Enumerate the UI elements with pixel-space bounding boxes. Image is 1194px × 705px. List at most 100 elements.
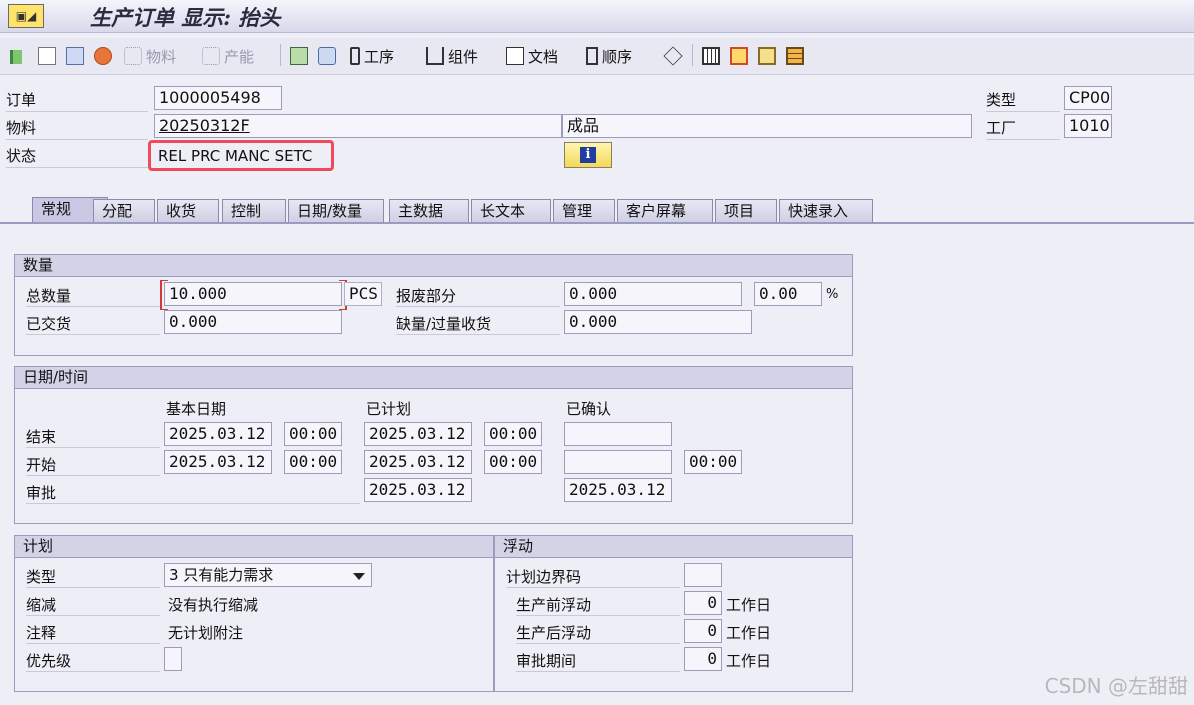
sequence-icon	[586, 47, 598, 65]
scrap-percent-field[interactable]: 0.00	[754, 282, 822, 306]
component-icon	[426, 47, 444, 65]
chevron-down-icon	[353, 573, 365, 580]
reduction-label: 缩减	[26, 596, 57, 614]
end-label: 结束	[26, 428, 57, 446]
tab-quick-entry[interactable]: 快速录入	[779, 199, 873, 222]
window-title: 生产订单 显示: 抬头	[90, 5, 281, 30]
type-field[interactable]: CP00	[1064, 86, 1112, 110]
float-group-title: 浮动	[495, 536, 852, 558]
end-sched-date-field[interactable]: 2025.03.12	[364, 422, 472, 446]
grid-icon[interactable]	[786, 45, 808, 67]
capacity-icon	[202, 47, 220, 65]
tab-long-text[interactable]: 长文本	[471, 199, 551, 222]
calculator-icon[interactable]	[66, 45, 88, 67]
under-over-field[interactable]: 0.000	[564, 310, 752, 334]
scrap-field[interactable]: 0.000	[564, 282, 742, 306]
start-confirmed-date-field[interactable]	[564, 450, 672, 474]
release-sched-date-field[interactable]: 2025.03.12	[364, 478, 472, 502]
order-label: 订单	[6, 91, 37, 109]
delivered-label: 已交货	[26, 315, 72, 333]
start-confirmed-time-field[interactable]: 00:00	[684, 450, 742, 474]
status-highlight	[148, 140, 334, 171]
end-basic-time-field[interactable]: 00:00	[284, 422, 342, 446]
info-icon: i	[580, 147, 596, 163]
total-qty-label: 总数量	[26, 287, 72, 305]
end-sched-time-field[interactable]: 00:00	[484, 422, 542, 446]
basic-date-header: 基本日期	[166, 400, 227, 418]
cube-icon[interactable]	[663, 45, 686, 67]
network-icon[interactable]	[730, 45, 752, 67]
plant-field[interactable]: 1010	[1064, 114, 1112, 138]
plant-label: 工厂	[986, 119, 1017, 137]
start-sched-time-field[interactable]: 00:00	[484, 450, 542, 474]
tab-goods-receipt[interactable]: 收货	[157, 199, 219, 222]
float-before-field[interactable]: 0	[684, 591, 722, 615]
toolbar-component-button[interactable]: 组件	[426, 45, 478, 67]
material-description: 成品	[562, 114, 972, 138]
document-icon	[506, 47, 524, 65]
tab-dates-qty[interactable]: 日期/数量	[288, 199, 384, 222]
release-period-field[interactable]: 0	[684, 647, 722, 671]
toolbar-material-button[interactable]: 物料	[124, 45, 176, 67]
scrap-label: 报废部分	[396, 287, 457, 305]
release-period-label: 审批期间	[516, 652, 577, 670]
tab-administration[interactable]: 管理	[553, 199, 615, 222]
toolbar-capacity-button[interactable]: 产能	[202, 45, 254, 67]
hierarchy-icon[interactable]	[290, 45, 312, 67]
delivered-field[interactable]: 0.000	[164, 310, 342, 334]
under-over-label: 缺量/过量收货	[396, 315, 492, 333]
status-info-button[interactable]: i	[564, 142, 612, 168]
status-label: 状态	[6, 147, 37, 165]
release-confirmed-date-field[interactable]: 2025.03.12	[564, 478, 672, 502]
planning-type-dropdown[interactable]: 3 只有能力需求	[164, 563, 372, 587]
sched-margin-label: 计划边界码	[506, 568, 582, 586]
order-field[interactable]: 1000005498	[154, 86, 282, 110]
graphic-icon[interactable]	[758, 45, 780, 67]
application-toolbar: 物料 产能 工序 组件 文档 顺序	[0, 38, 1194, 75]
tab-assignment[interactable]: 分配	[93, 199, 155, 222]
print-icon[interactable]	[318, 45, 340, 67]
cost-icon[interactable]	[94, 45, 116, 67]
float-after-unit: 工作日	[726, 624, 772, 642]
quantity-group-title: 数量	[15, 255, 852, 277]
edit-doc-icon[interactable]	[38, 45, 60, 67]
tab-project[interactable]: 项目	[715, 199, 777, 222]
start-basic-date-field[interactable]: 2025.03.12	[164, 450, 272, 474]
type-label: 类型	[986, 91, 1017, 109]
start-sched-date-field[interactable]: 2025.03.12	[364, 450, 472, 474]
tab-master-data[interactable]: 主数据	[389, 199, 469, 222]
tab-customer-screen[interactable]: 客户屏幕	[617, 199, 713, 222]
material-field[interactable]: 20250312F	[154, 114, 562, 138]
float-after-field[interactable]: 0	[684, 619, 722, 643]
percent-sign: %	[826, 287, 839, 302]
toolbar-document-button[interactable]: 文档	[506, 45, 558, 67]
start-label: 开始	[26, 456, 57, 474]
note-value: 无计划附注	[168, 624, 244, 642]
release-label: 审批	[26, 484, 57, 502]
table-icon[interactable]	[702, 45, 724, 67]
release-period-unit: 工作日	[726, 652, 772, 670]
toolbar-operation-button[interactable]: 工序	[350, 45, 394, 67]
float-before-unit: 工作日	[726, 596, 772, 614]
material-label: 物料	[6, 119, 37, 137]
planning-group-title: 计划	[15, 536, 493, 558]
scheduled-header: 已计划	[366, 400, 412, 418]
toolbar-sequence-button[interactable]: 顺序	[586, 45, 632, 67]
float-after-label: 生产后浮动	[516, 624, 592, 642]
material-icon	[124, 47, 142, 65]
watermark: CSDN @左甜甜	[1044, 674, 1188, 698]
start-basic-time-field[interactable]: 00:00	[284, 450, 342, 474]
flag-icon[interactable]	[10, 45, 32, 67]
end-confirmed-date-field[interactable]	[564, 422, 672, 446]
end-basic-date-field[interactable]: 2025.03.12	[164, 422, 272, 446]
confirmed-header: 已确认	[566, 400, 612, 418]
unit-field[interactable]: PCS	[344, 282, 382, 306]
float-before-label: 生产前浮动	[516, 596, 592, 614]
planning-type-label: 类型	[26, 568, 57, 586]
priority-field[interactable]	[164, 647, 182, 671]
dates-group-title: 日期/时间	[15, 367, 852, 389]
sched-margin-field[interactable]	[684, 563, 722, 587]
tab-control[interactable]: 控制	[222, 199, 286, 222]
system-menu-icon[interactable]: ▣◢	[8, 4, 44, 28]
total-qty-field[interactable]: 10.000	[164, 282, 342, 306]
